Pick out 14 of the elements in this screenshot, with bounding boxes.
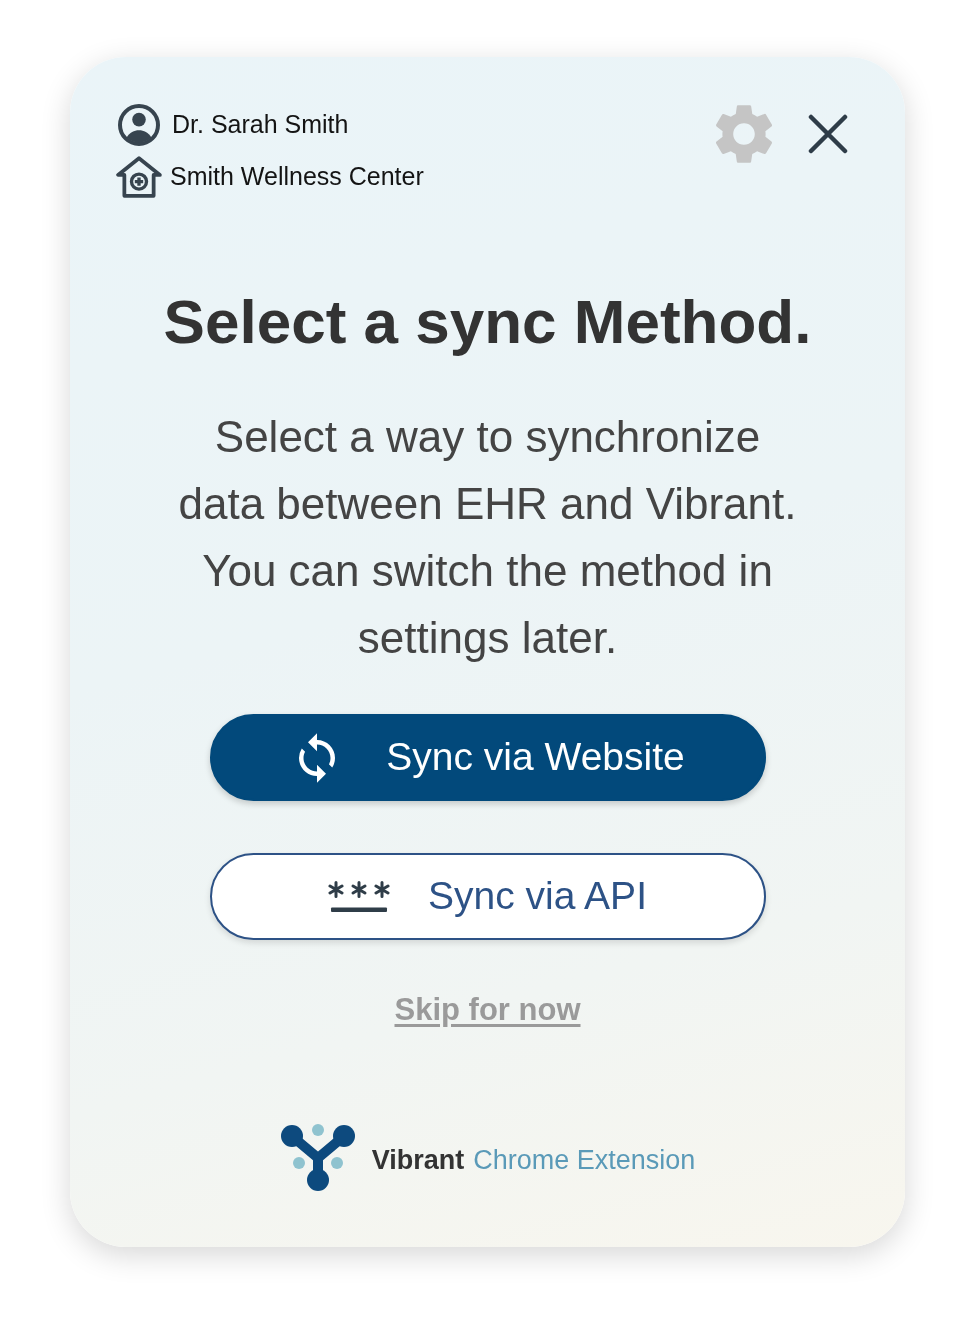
- user-name: Dr. Sarah Smith: [172, 109, 349, 141]
- organization-name: Smith Wellness Center: [170, 161, 424, 193]
- password-icon: [328, 879, 391, 914]
- brand-name: Vibrant: [371, 1143, 465, 1177]
- dialog-title: Select a sync Method.: [163, 286, 812, 358]
- clinic-house-icon: [116, 156, 162, 198]
- product-name: Chrome Extension: [473, 1143, 696, 1177]
- dialog-description: Select a way to synchronize data between EHR and Vibrant. You can switch the method in settings later.: [177, 411, 798, 664]
- logo-icon: [279, 1124, 356, 1192]
- close-icon: [808, 114, 848, 154]
- sync-website-button[interactable]: Sync via Website: [209, 714, 766, 801]
- user-icon: [118, 104, 160, 146]
- sync-api-button[interactable]: Sync via API: [209, 853, 766, 940]
- close-button[interactable]: [806, 112, 850, 156]
